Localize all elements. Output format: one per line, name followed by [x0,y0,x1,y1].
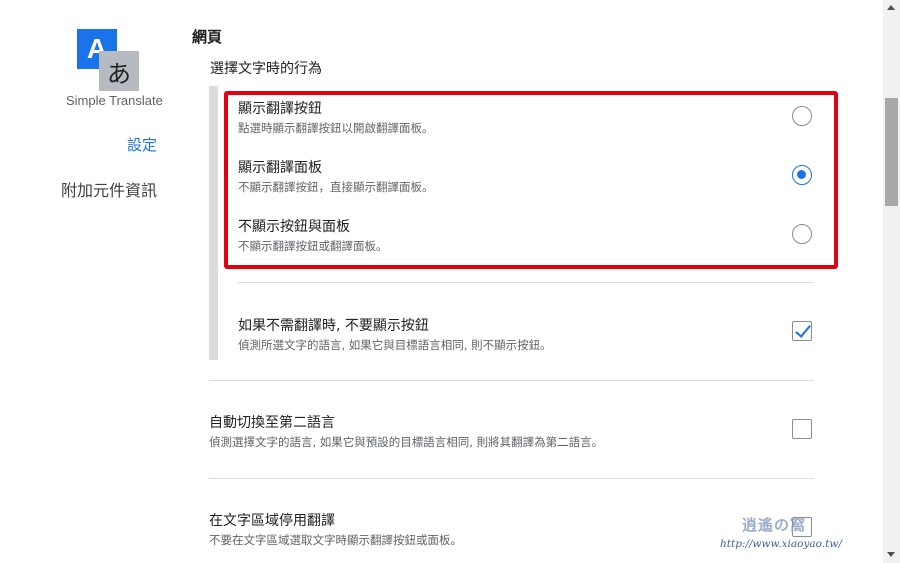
sidebar-item-settings[interactable]: 設定 [127,134,157,155]
scroll-up-arrow-icon[interactable] [883,0,900,16]
scroll-down-arrow-icon[interactable] [883,547,900,563]
radio-show-translate-panel[interactable] [792,165,812,185]
divider [209,478,814,479]
checkbox-disable-in-text-area[interactable] [792,517,812,537]
radio-option-title: 顯示翻譯按鈕 [238,101,322,117]
scroll-thumb[interactable] [885,98,898,206]
sidebar-item-addon-info[interactable]: 附加元件資訊 [61,177,157,201]
logo-letter-kana: あ [99,51,139,91]
app-name: Simple Translate [66,93,163,108]
radio-option-description: 點選時顯示翻譯按鈕以開啟翻譯面板。 [238,121,434,135]
sidebar: A あ Simple Translate 設定 附加元件資訊 [0,0,190,563]
divider [238,282,814,283]
checkbox-auto-switch-second-language[interactable] [792,419,812,439]
setting-title: 如果不需翻譯時, 不要顯示按鈕 [238,318,429,334]
divider [209,380,814,381]
group-title: 選擇文字時的行為 [210,61,322,77]
group-indent-bar [209,86,218,360]
setting-description: 不要在文字區域選取文字時顯示翻譯按鈕或面板。 [209,533,462,547]
radio-option-description: 不顯示翻譯按鈕或翻譯面板。 [238,239,388,253]
setting-title: 在文字區域停用翻譯 [209,513,335,529]
radio-option-title: 顯示翻譯面板 [238,160,322,176]
vertical-scrollbar[interactable] [883,0,900,563]
radio-option-description: 不顯示翻譯按鈕，直接顯示翻譯面板。 [238,180,434,194]
setting-description: 偵測所選文字的語言, 如果它與目標語言相同, 則不顯示按鈕。 [238,338,552,352]
radio-hide-button-and-panel[interactable] [792,224,812,244]
setting-title: 自動切換至第二語言 [209,415,335,431]
checkbox-hide-button-if-no-translation[interactable] [792,321,812,341]
setting-description: 偵測選擇文字的語言, 如果它與預設的目標語言相同, 則將其翻譯為第二語言。 [209,435,604,449]
watermark-url: http://www.xiaoyao.tw/ [720,538,842,550]
radio-option-title: 不顯示按鈕與面板 [238,219,350,235]
radio-show-translate-button[interactable] [792,106,812,126]
translate-app-icon: A あ [77,29,139,91]
section-title: 網頁 [192,28,223,46]
